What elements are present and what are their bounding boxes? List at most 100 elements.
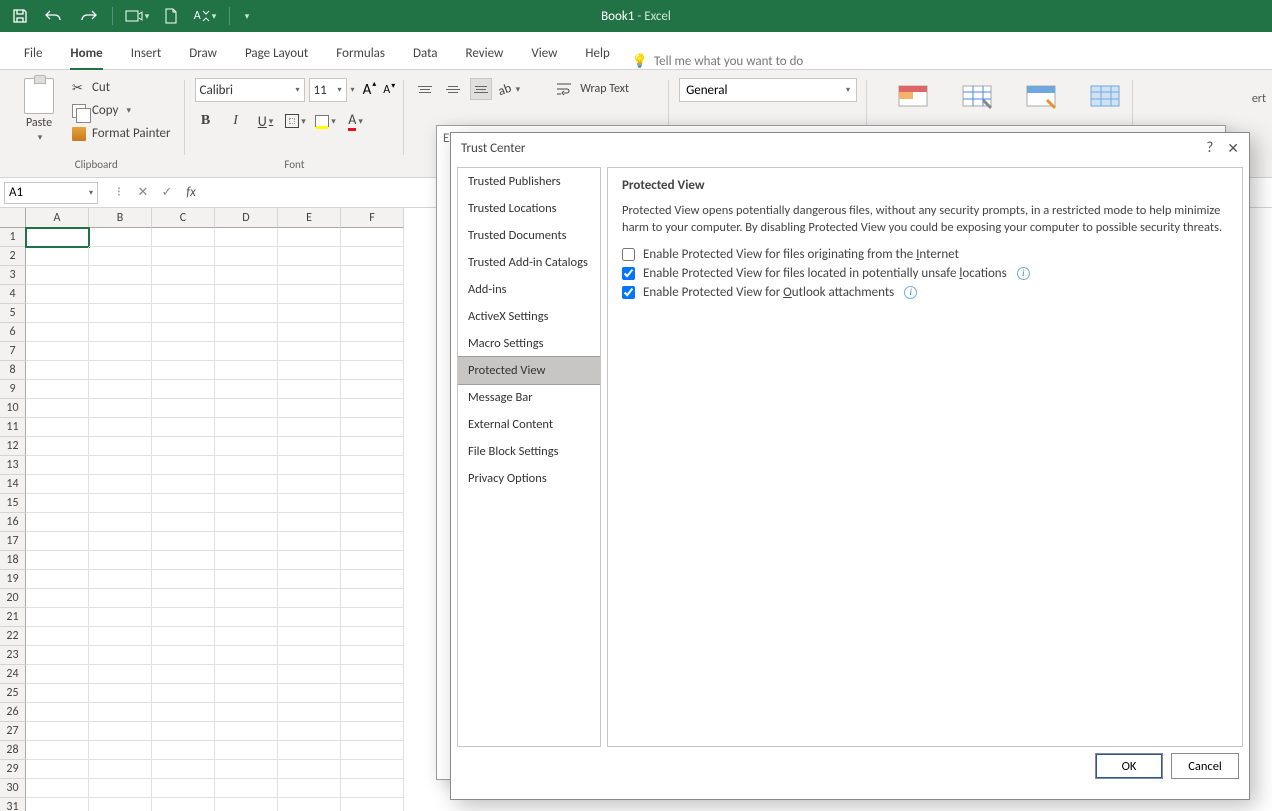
checkbox-input[interactable]: [622, 248, 635, 261]
cell[interactable]: [341, 513, 404, 532]
cell[interactable]: [26, 304, 89, 323]
insert-function-icon[interactable]: fx: [180, 182, 202, 204]
row-header[interactable]: 17: [0, 532, 26, 551]
cell[interactable]: [89, 285, 152, 304]
font-size-dropdown[interactable]: ▾: [351, 85, 355, 95]
row-header[interactable]: 20: [0, 589, 26, 608]
tab-home[interactable]: Home: [56, 38, 116, 69]
cell[interactable]: [278, 798, 341, 811]
row-header[interactable]: 13: [0, 456, 26, 475]
cell[interactable]: [152, 760, 215, 779]
cell[interactable]: [341, 475, 404, 494]
cell[interactable]: [26, 361, 89, 380]
name-box[interactable]: A1▾: [4, 182, 98, 204]
trust-center-nav-item[interactable]: Message Bar: [458, 384, 600, 411]
cell[interactable]: [89, 380, 152, 399]
cell[interactable]: [278, 760, 341, 779]
cell[interactable]: [152, 304, 215, 323]
cell[interactable]: [341, 589, 404, 608]
row-header[interactable]: 1: [0, 228, 26, 247]
cell[interactable]: [26, 551, 89, 570]
cell[interactable]: [152, 646, 215, 665]
row-header[interactable]: 31: [0, 798, 26, 811]
cell[interactable]: [89, 722, 152, 741]
cancel-button[interactable]: Cancel: [1171, 753, 1239, 779]
cell[interactable]: [341, 779, 404, 798]
cell[interactable]: [89, 646, 152, 665]
cell[interactable]: [215, 608, 278, 627]
align-top-button[interactable]: [414, 78, 436, 100]
cell[interactable]: [341, 437, 404, 456]
tab-data[interactable]: Data: [399, 38, 452, 69]
cell[interactable]: [26, 418, 89, 437]
cell[interactable]: [26, 589, 89, 608]
cell[interactable]: [278, 589, 341, 608]
tab-page-layout[interactable]: Page Layout: [231, 38, 322, 69]
trust-center-nav-item[interactable]: Macro Settings: [458, 330, 600, 357]
tab-draw[interactable]: Draw: [175, 38, 231, 69]
cell[interactable]: [215, 475, 278, 494]
cell[interactable]: [89, 228, 152, 247]
cell[interactable]: [26, 665, 89, 684]
cell[interactable]: [26, 722, 89, 741]
row-header[interactable]: 6: [0, 323, 26, 342]
borders-button[interactable]: ▾: [285, 110, 307, 132]
row-header[interactable]: 18: [0, 551, 26, 570]
cell[interactable]: [341, 456, 404, 475]
column-header[interactable]: A: [26, 208, 89, 228]
cell[interactable]: [26, 741, 89, 760]
cell[interactable]: [215, 266, 278, 285]
cell[interactable]: [26, 399, 89, 418]
tab-review[interactable]: Review: [452, 38, 518, 69]
cell[interactable]: [215, 703, 278, 722]
cell[interactable]: [341, 798, 404, 811]
cell[interactable]: [152, 494, 215, 513]
cell[interactable]: [89, 741, 152, 760]
cell[interactable]: [278, 779, 341, 798]
cell[interactable]: [278, 532, 341, 551]
cell[interactable]: [278, 551, 341, 570]
cell[interactable]: [341, 361, 404, 380]
cell[interactable]: [89, 494, 152, 513]
cell[interactable]: [152, 570, 215, 589]
cell[interactable]: [89, 247, 152, 266]
tab-view[interactable]: View: [517, 38, 571, 69]
cell[interactable]: [341, 285, 404, 304]
cell[interactable]: [215, 304, 278, 323]
cell[interactable]: [215, 437, 278, 456]
sort-icon[interactable]: A▾: [191, 4, 219, 28]
column-header[interactable]: C: [152, 208, 215, 228]
cell[interactable]: [341, 608, 404, 627]
number-format-combo[interactable]: General▾: [679, 78, 857, 102]
cell[interactable]: [89, 532, 152, 551]
cell[interactable]: [152, 779, 215, 798]
new-file-icon[interactable]: [157, 4, 185, 28]
cell[interactable]: [215, 532, 278, 551]
cell[interactable]: [341, 380, 404, 399]
cell[interactable]: [89, 703, 152, 722]
cell[interactable]: [278, 722, 341, 741]
cell[interactable]: [215, 361, 278, 380]
cell[interactable]: [152, 741, 215, 760]
cell[interactable]: [278, 323, 341, 342]
cell[interactable]: [152, 228, 215, 247]
column-header[interactable]: D: [215, 208, 278, 228]
cell[interactable]: [152, 266, 215, 285]
row-header[interactable]: 16: [0, 513, 26, 532]
cell[interactable]: [278, 475, 341, 494]
cell[interactable]: [278, 437, 341, 456]
row-header[interactable]: 23: [0, 646, 26, 665]
cell[interactable]: [152, 703, 215, 722]
confirm-edit-icon[interactable]: ✓: [156, 182, 178, 204]
cell[interactable]: [341, 342, 404, 361]
italic-button[interactable]: I: [225, 110, 247, 132]
qat-icon-1[interactable]: ▾: [123, 4, 151, 28]
close-icon[interactable]: ✕: [1227, 140, 1239, 157]
row-header[interactable]: 7: [0, 342, 26, 361]
cell[interactable]: [278, 456, 341, 475]
cell[interactable]: [341, 760, 404, 779]
cell[interactable]: [89, 798, 152, 811]
cell[interactable]: [89, 627, 152, 646]
ok-button[interactable]: OK: [1095, 753, 1163, 779]
orientation-button[interactable]: ab▾: [498, 78, 520, 100]
